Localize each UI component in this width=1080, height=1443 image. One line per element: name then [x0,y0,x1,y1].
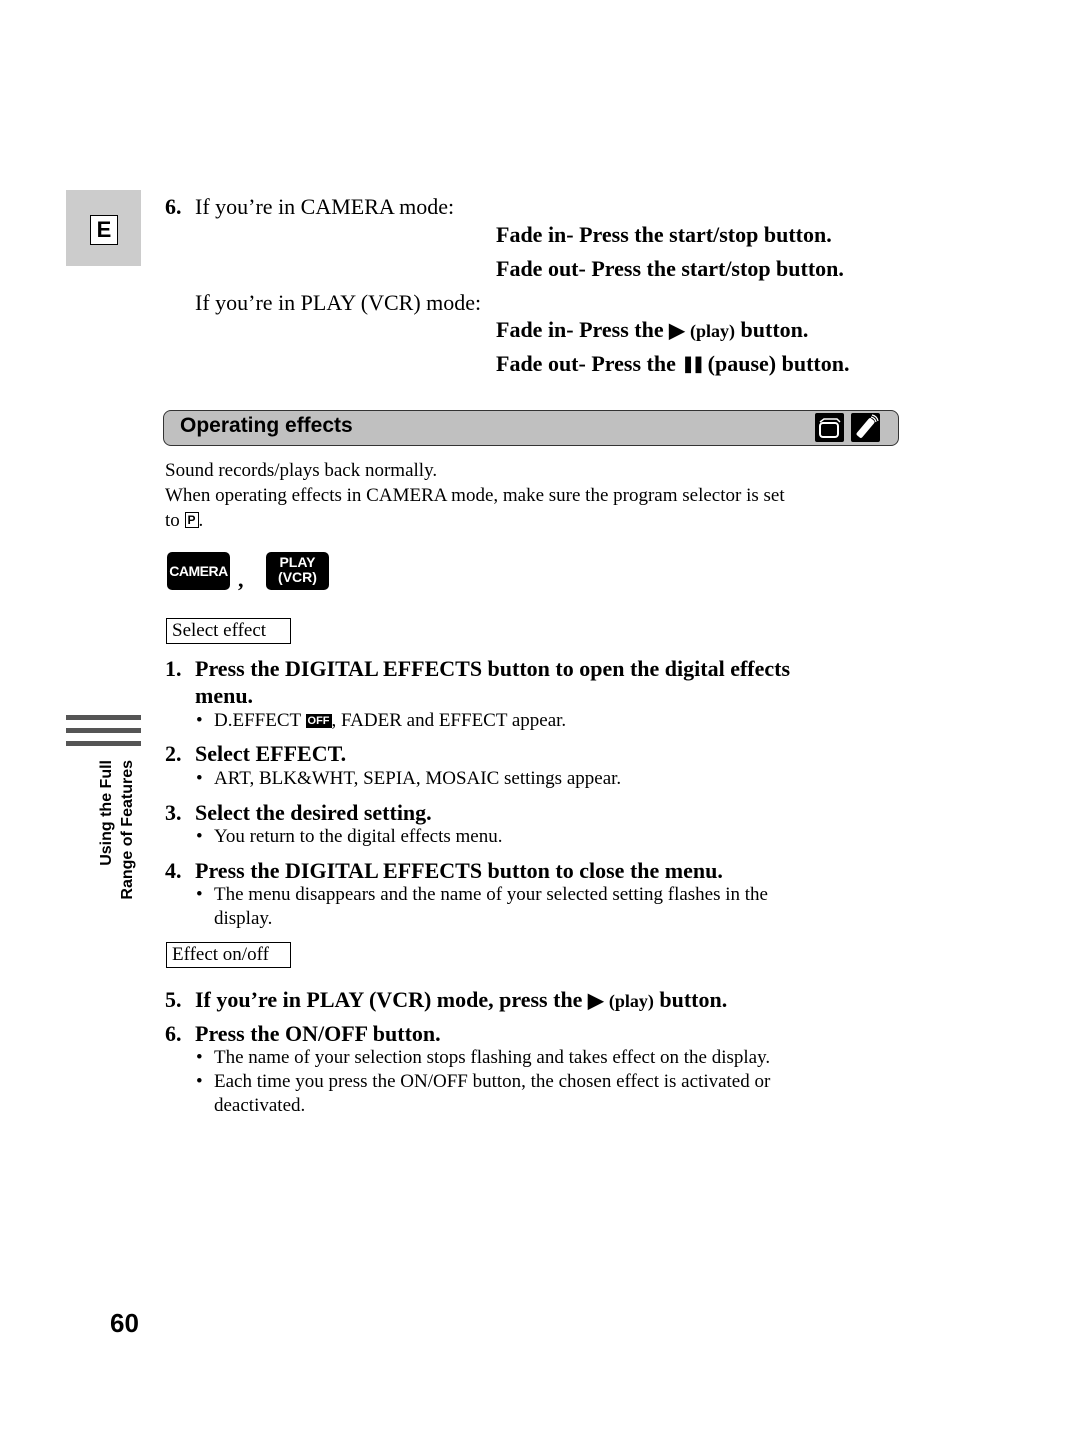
step-2-bullet: • ART, BLK&WHT, SEPIA, MOSAIC settings a… [196,767,622,791]
camera-fade-out: Fade out- Press the start/stop button. [496,256,844,281]
side-bar-decoration [66,715,141,720]
step-1-line1: Press the DIGITAL EFFECTS button to open… [195,656,791,681]
step-5-number: 5. [165,987,182,1012]
bullet-text: ART, BLK&WHT, SEPIA, MOSAIC settings app… [214,768,622,789]
section-header: Operating effects [163,410,899,446]
pause-label: (pause) [707,351,777,376]
step-4-number: 4. [165,858,182,883]
step-1-number: 1. [165,656,182,681]
vcr-fade-out-suffix: button. [781,351,850,376]
off-badge: OFF [305,714,332,728]
bullet-dot: • [196,1047,203,1068]
bullet-dot: • [196,884,203,905]
badge-separator: , [238,567,244,592]
step-6-bullet-1: • The name of your selection stops flash… [196,1046,771,1070]
camera-mode-label: If you’re in CAMERA mode: [195,194,455,219]
camcorder-icon [815,413,844,442]
bullet-dot: • [196,1071,203,1092]
bullet-dot: • [196,768,203,789]
step-6-number: 6. [165,1021,182,1046]
language-tab: E [66,190,141,266]
side-title-line1: Using the Full [98,760,115,866]
side-bar-decoration [66,728,141,733]
effect-on-off-label: Effect on/off [166,942,291,968]
step-2-text: Select EFFECT. [195,741,347,766]
step-6-bullet-2: • Each time you press the ON/OFF button,… [196,1070,771,1118]
camera-mode-badge: CAMERA [167,552,230,590]
step-5-text: If you’re in PLAY (VCR) mode, press the … [195,986,727,1015]
bullet-text-line2: display. [214,908,273,929]
step-5-prefix: If you’re in PLAY (VCR) mode, press the [195,987,583,1012]
bullet-suffix: , FADER and EFFECT appear. [331,710,567,731]
bullet-text-line1: Each time you press the ON/OFF button, t… [214,1071,771,1092]
step-1-line2: menu. [195,683,254,708]
vcr-fade-in: Fade in- Press the ▶ (play) button. [496,317,808,343]
step-3-text: Select the desired setting. [195,800,432,825]
play-label: (play) [608,991,654,1011]
language-letter: E [90,215,118,245]
pause-icon: ❚❚ [681,356,705,373]
bullet-text: The name of your selection stops flashin… [214,1047,771,1068]
vcr-fade-in-suffix: button. [740,317,809,342]
step-4-bullet: • The menu disappears and the name of yo… [196,883,768,931]
vcr-fade-in-prefix: Fade in- Press the [496,317,664,342]
intro-line-3-prefix: to [165,510,180,531]
step-5-suffix: button. [659,987,728,1012]
step-3-bullet: • You return to the digital effects menu… [196,825,503,849]
step-2-number: 2. [165,741,182,766]
vcr-mode-label: If you’re in PLAY (VCR) mode: [195,290,482,315]
intro-line-3: to P. [165,508,785,533]
step-1-text: Press the DIGITAL EFFECTS button to open… [195,655,790,709]
play-badge-line1: PLAY [279,554,316,570]
intro-line-2: When operating effects in CAMERA mode, m… [165,485,785,506]
step-4-text: Press the DIGITAL EFFECTS button to clos… [195,858,723,883]
bullet-dot: • [196,710,203,731]
section-title: Operating effects [180,414,353,437]
vcr-fade-out: Fade out- Press the ❚❚ (pause) button. [496,351,849,377]
play-icon: ▶ [669,320,685,342]
side-bar-decoration [66,741,141,746]
step-1-bullet: • D.EFFECT OFF, FADER and EFFECT appear. [196,709,567,733]
step-6-text: Press the ON/OFF button. [195,1021,441,1046]
side-chapter-title: Using the Full Range of Features [96,760,140,935]
play-label: (play) [690,321,736,341]
bullet-dot: • [196,826,203,847]
intro-line-3-suffix: . [198,510,204,531]
program-p-symbol: P [184,512,199,528]
bullet-text-line2: deactivated. [214,1095,306,1116]
select-effect-label: Select effect [166,618,291,644]
fade-step-number: 6. [165,194,182,219]
intro-line-1: Sound records/plays back normally. [165,460,438,481]
remote-control-icon [851,413,880,442]
page-number: 60 [110,1308,139,1338]
play-vcr-mode-badge: PLAY (VCR) [266,552,329,590]
camera-fade-in: Fade in- Press the start/stop button. [496,222,832,247]
side-title-line2: Range of Features [119,760,136,900]
bullet-prefix: D.EFFECT [214,710,301,731]
step-3-number: 3. [165,800,182,825]
play-icon: ▶ [587,990,604,1012]
bullet-text: You return to the digital effects menu. [214,826,503,847]
intro-text: Sound records/plays back normally. When … [165,458,785,533]
bullet-text-line1: The menu disappears and the name of your… [214,884,768,905]
play-badge-line2: (VCR) [278,569,317,585]
vcr-fade-out-prefix: Fade out- Press the [496,351,676,376]
